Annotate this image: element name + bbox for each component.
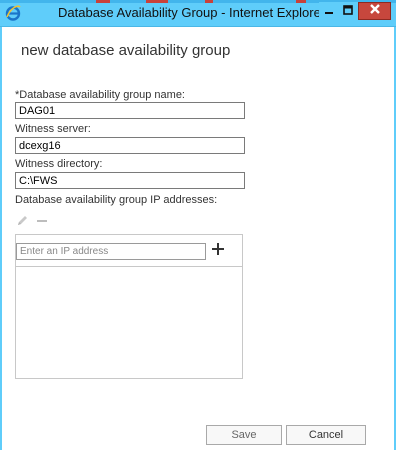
ie-window: Database Availability Group - Internet E… [0,0,396,450]
minus-icon[interactable] [35,214,49,226]
pencil-icon[interactable] [16,214,30,226]
minimize-icon [324,2,334,20]
witness-server-label: Witness server: [15,123,91,135]
close-icon [369,2,381,20]
save-button[interactable]: Save [206,425,282,445]
dag-name-input[interactable] [15,102,245,119]
cancel-button[interactable]: Cancel [286,425,366,445]
maximize-icon [343,2,353,20]
ip-list-divider [16,266,242,267]
witness-directory-label: Witness directory: [15,158,103,170]
plus-icon[interactable] [211,242,225,256]
maximize-button[interactable] [338,2,358,20]
ip-address-input[interactable] [16,243,206,260]
witness-directory-input[interactable] [15,172,245,189]
internet-explorer-icon [5,5,21,21]
close-button[interactable] [358,2,391,20]
dag-name-label: *Database availability group name: [15,89,185,101]
ip-addresses-label: Database availability group IP addresses… [15,194,218,206]
title-bar[interactable]: Database Availability Group - Internet E… [0,0,396,27]
minimize-button[interactable] [319,2,338,20]
page-title: new database availability group [21,42,231,59]
witness-server-input[interactable] [15,137,245,154]
window-title: Database Availability Group - Internet E… [58,5,326,20]
